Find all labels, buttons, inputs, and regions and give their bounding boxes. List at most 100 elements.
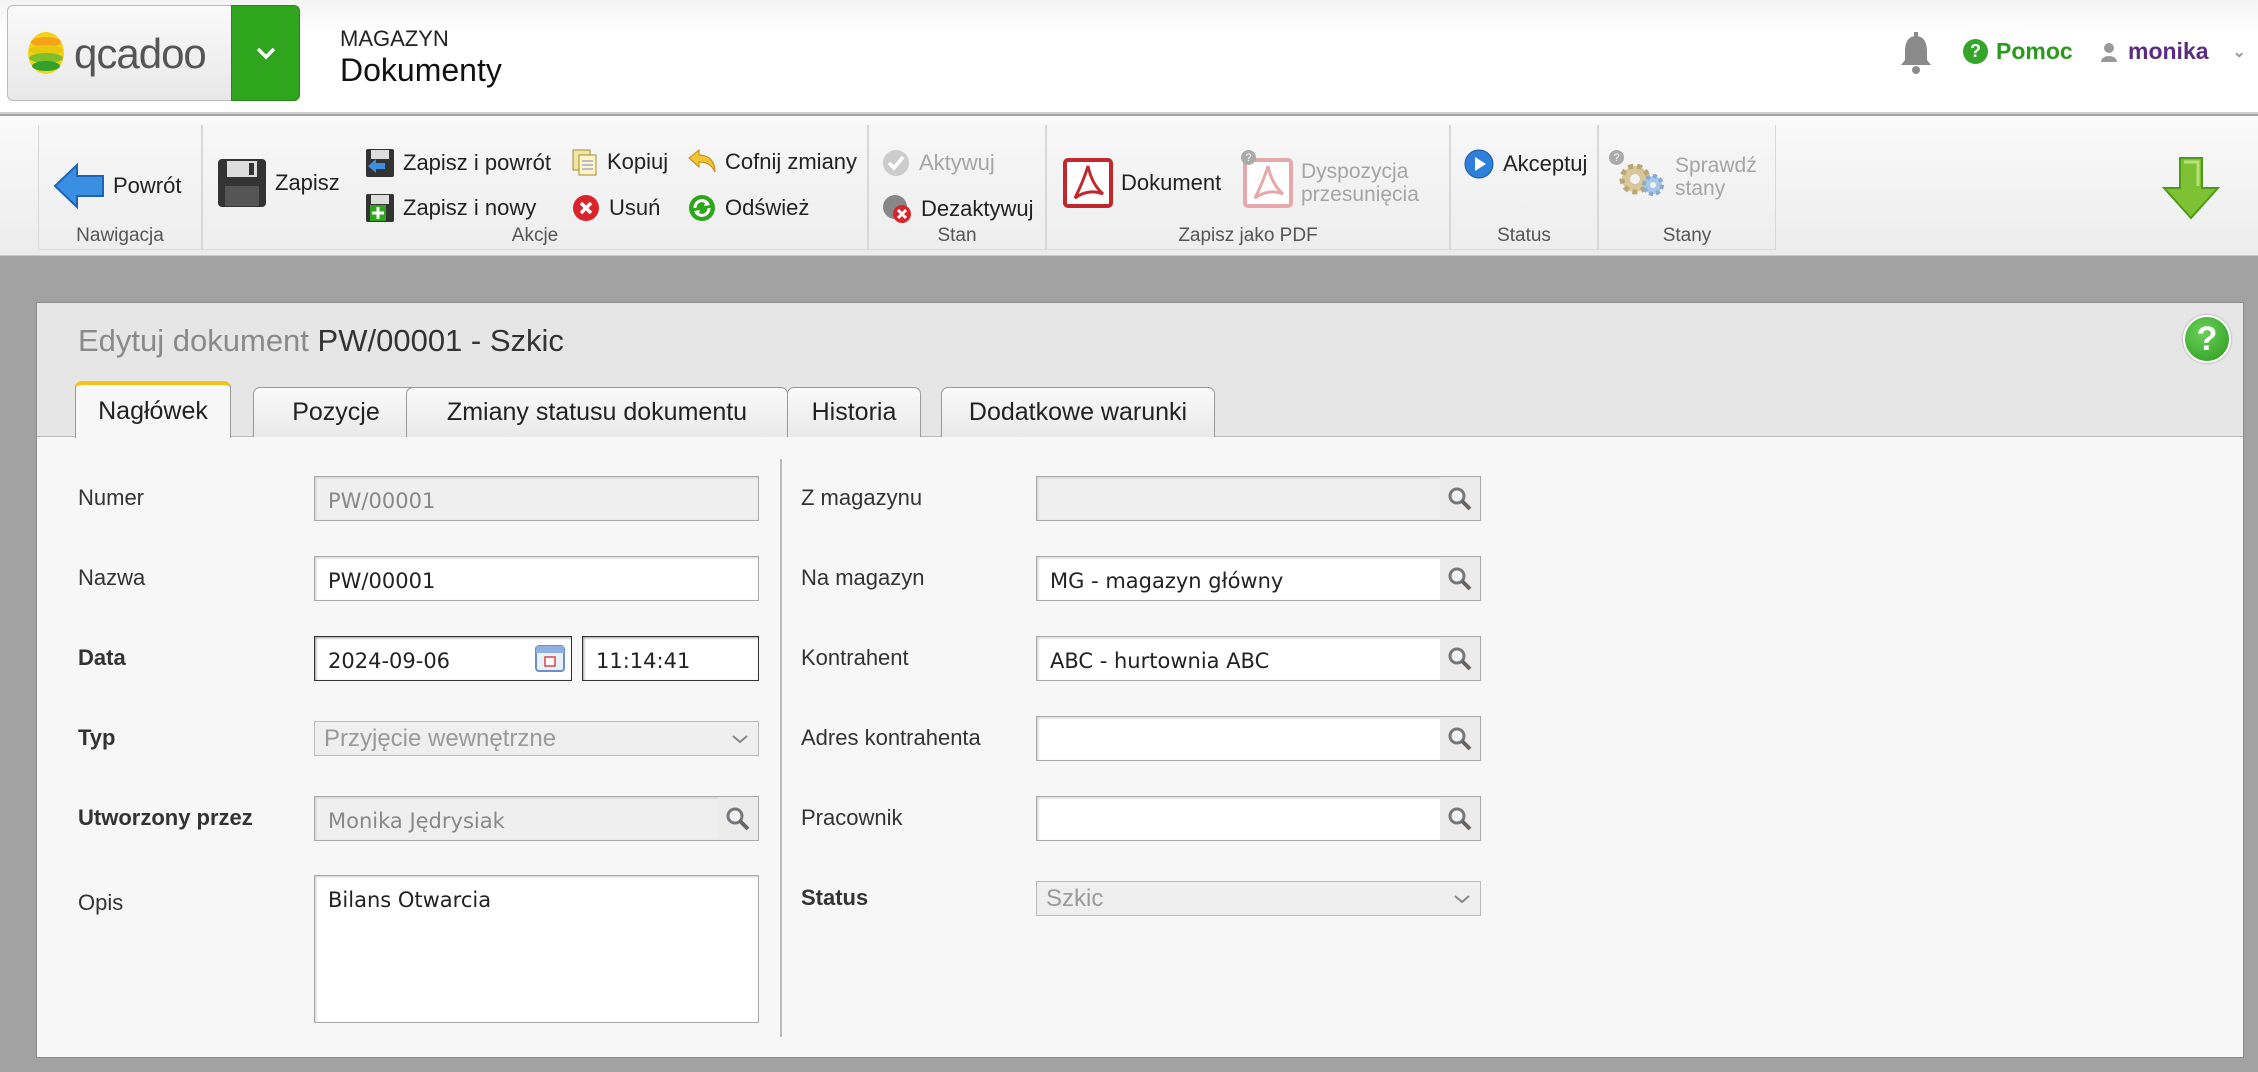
page-title: Dokumenty — [340, 52, 502, 88]
tab-dodatkowe-warunki[interactable]: Dodatkowe warunki — [941, 387, 1215, 437]
group-label: Status — [1497, 225, 1551, 246]
numer-field[interactable]: PW/00001 — [314, 476, 759, 521]
info-icon: ? — [1241, 150, 1256, 165]
top-bar: qcadoo MAGAZYN Dokumenty ? Pomoc monika … — [0, 0, 2258, 114]
search-icon[interactable] — [1440, 477, 1480, 520]
main-menu-button[interactable] — [231, 5, 300, 101]
pdf-transfer-label: Dyspozycja przesunięcia — [1301, 160, 1419, 206]
module-name: MAGAZYN — [340, 26, 449, 51]
ribbon-group-stocks: Sprawdź stany ? Stany — [1598, 125, 1776, 250]
kontrahent-value: ABC - hurtownia ABC — [1050, 649, 1270, 673]
notifications-bell-icon[interactable] — [1898, 32, 1934, 81]
user-name: monika — [2128, 38, 2209, 64]
ribbon-group-actions: Zapisz Zapisz i powrót Zapisz i nowy Kop… — [202, 125, 868, 250]
save-button[interactable]: Zapisz — [217, 158, 340, 208]
logo-text: qcadoo — [74, 30, 207, 77]
accept-button[interactable]: Akceptuj — [1463, 148, 1587, 180]
delete-label: Usuń — [609, 195, 661, 220]
group-label: Stany — [1662, 225, 1712, 246]
search-icon[interactable] — [1440, 797, 1480, 840]
z-magazynu-label: Z magazynu — [801, 485, 923, 510]
deactivate-button[interactable]: Dezaktywuj — [881, 193, 1033, 225]
kontrahent-field[interactable]: ABC - hurtownia ABC — [1036, 636, 1481, 681]
back-button[interactable]: Powrót — [53, 162, 181, 210]
tab-naglowek[interactable]: Nagłówek — [75, 381, 231, 438]
chevron-down-icon — [1454, 894, 1470, 903]
group-label: Akcje — [511, 225, 559, 246]
help-link[interactable]: ? Pomoc — [1963, 38, 2073, 65]
tab-pozycje[interactable]: Pozycje — [253, 387, 419, 437]
refresh-icon — [689, 195, 715, 221]
ribbon-toolbar: Powrót Nawigacja Zapisz Zapisz i powrót … — [0, 116, 2258, 256]
copy-label: Kopiuj — [607, 149, 669, 174]
collapse-ribbon-icon[interactable] — [2160, 156, 2222, 227]
pdf-transfer-label-line2: przesunięcia — [1301, 183, 1419, 206]
panel-title-document: PW/00001 - Szkic — [317, 323, 564, 358]
tab-zmiany-statusu[interactable]: Zmiany statusu dokumentu — [406, 387, 788, 437]
help-icon[interactable]: ? — [2183, 315, 2231, 363]
copy-button[interactable]: Kopiuj — [571, 148, 668, 176]
utworzony-przez-label: Utworzony przez — [78, 805, 253, 830]
save-new-icon — [366, 194, 394, 222]
deactivate-label: Dezaktywuj — [921, 196, 1034, 221]
play-icon — [1464, 149, 1494, 179]
group-label: Zapisz jako PDF — [1178, 225, 1318, 246]
ribbon-group-pdf: Dokument Dyspozycja przesunięcia ? Zapis… — [1046, 125, 1450, 250]
pdf-icon — [1243, 158, 1293, 208]
info-icon: ? — [1609, 150, 1624, 165]
typ-label: Typ — [78, 725, 116, 750]
gears-icon — [1619, 163, 1664, 196]
check-stocks-label-line1: Sprawdź — [1675, 154, 1757, 177]
pdf-transfer-button[interactable]: Dyspozycja przesunięcia — [1243, 158, 1419, 208]
logo[interactable]: qcadoo — [7, 5, 231, 101]
save-back-icon — [366, 149, 394, 177]
numer-label: Numer — [78, 485, 145, 510]
kontrahent-label: Kontrahent — [801, 645, 909, 670]
check-stocks-label-line2: stany — [1675, 177, 1726, 200]
document-edit-panel: Edytuj dokument PW/00001 - Szkic ? Nagłó… — [36, 302, 2244, 1058]
activate-icon — [883, 150, 909, 176]
tab-historia[interactable]: Historia — [787, 387, 921, 437]
ribbon-group-navigation: Powrót Nawigacja — [38, 125, 202, 250]
save-and-back-label: Zapisz i powrót — [403, 150, 551, 175]
status-select[interactable]: Szkic — [1036, 881, 1481, 916]
undo-icon — [688, 148, 716, 173]
opis-label: Opis — [78, 890, 124, 915]
na-magazyn-value: MG - magazyn główny — [1050, 569, 1284, 593]
check-stocks-button[interactable]: Sprawdź stany — [1615, 154, 1757, 200]
search-icon[interactable] — [718, 797, 758, 840]
help-icon: ? — [1963, 39, 1988, 64]
search-icon[interactable] — [1440, 717, 1480, 760]
opis-textarea[interactable]: Bilans Otwarcia — [314, 875, 759, 1023]
search-icon[interactable] — [1440, 637, 1480, 680]
refresh-button[interactable]: Odśwież — [687, 193, 809, 223]
z-magazynu-field[interactable] — [1036, 476, 1481, 521]
user-menu[interactable]: monika ⌄ — [2100, 38, 2246, 65]
chevron-down-icon: ⌄ — [2232, 43, 2246, 61]
nazwa-field[interactable]: PW/00001 — [314, 556, 759, 601]
panel-title-prefix: Edytuj dokument — [78, 323, 309, 358]
adres-kontrahenta-field[interactable] — [1036, 716, 1481, 761]
save-and-new-button[interactable]: Zapisz i nowy — [365, 193, 536, 223]
time-field[interactable]: 11:14:41 — [582, 636, 759, 681]
data-label: Data — [78, 645, 126, 670]
na-magazyn-field[interactable]: MG - magazyn główny — [1036, 556, 1481, 601]
status-value: Szkic — [1046, 884, 1104, 912]
search-icon[interactable] — [1440, 557, 1480, 600]
activate-button[interactable]: Aktywuj — [881, 148, 995, 178]
typ-select[interactable]: Przyjęcie wewnętrzne — [314, 721, 759, 756]
pdf-icon — [1063, 158, 1113, 208]
calendar-icon[interactable] — [534, 642, 568, 674]
column-divider — [780, 459, 782, 1037]
group-label: Nawigacja — [76, 225, 164, 246]
pdf-document-button[interactable]: Dokument — [1063, 158, 1221, 208]
utworzony-przez-field[interactable]: Monika Jędrysiak — [314, 796, 759, 841]
delete-button[interactable]: Usuń — [571, 193, 660, 223]
refresh-label: Odśwież — [725, 195, 810, 220]
undo-button[interactable]: Cofnij zmiany — [687, 148, 857, 176]
save-and-back-button[interactable]: Zapisz i powrót — [365, 148, 551, 178]
save-and-new-label: Zapisz i nowy — [403, 195, 537, 220]
undo-label: Cofnij zmiany — [725, 149, 858, 174]
pracownik-field[interactable] — [1036, 796, 1481, 841]
arrow-left-icon — [53, 162, 104, 210]
